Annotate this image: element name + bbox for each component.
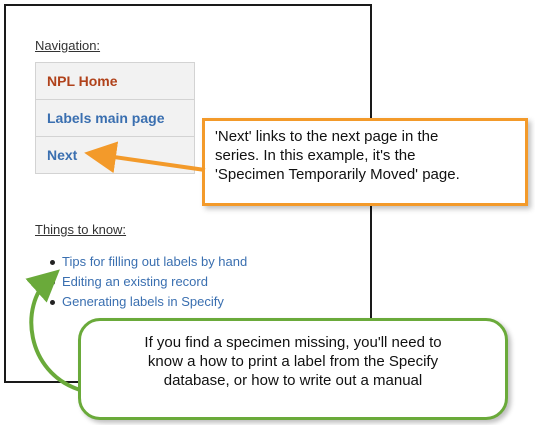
callout-arrows — [25, 141, 206, 392]
orange-arrow-icon — [84, 141, 206, 174]
green-curved-arrow-icon — [25, 269, 81, 392]
